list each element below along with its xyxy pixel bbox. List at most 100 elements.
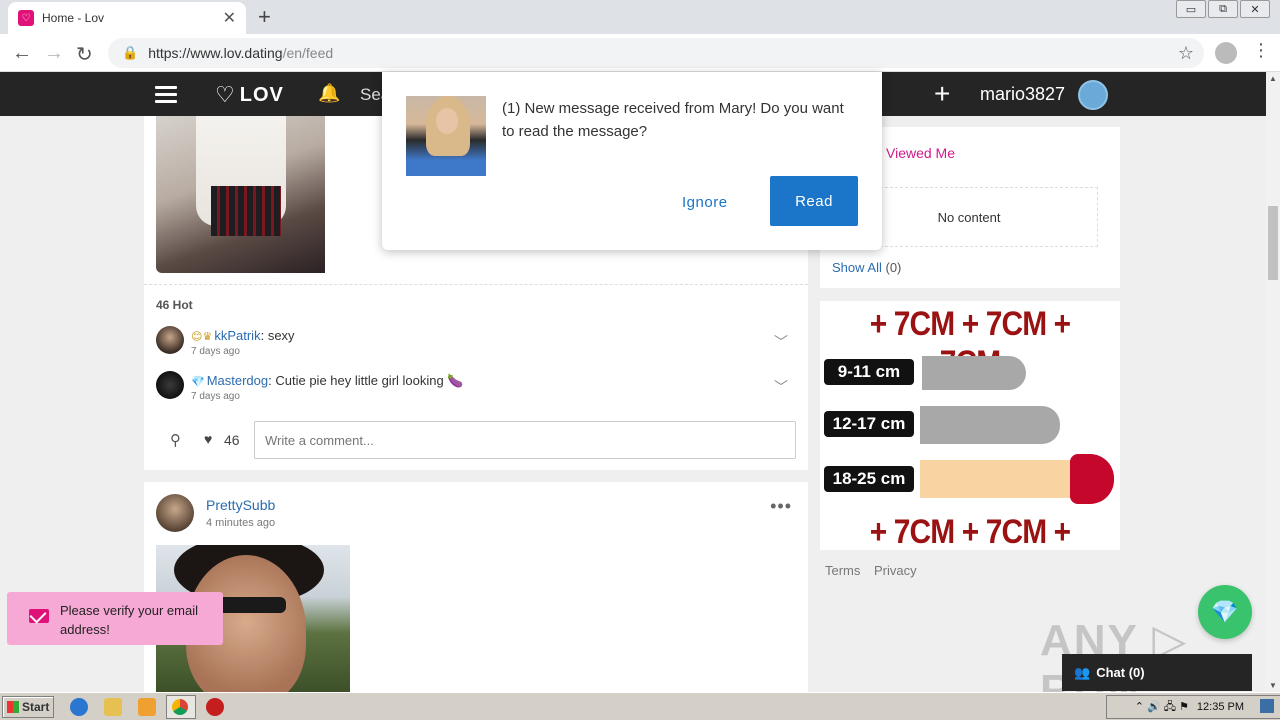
- hot-count: 46 Hot: [156, 298, 193, 312]
- new-tab-button[interactable]: +: [258, 4, 271, 30]
- comment-body: sexy: [267, 328, 295, 343]
- ad-size-label: 12-17 cm: [824, 411, 914, 437]
- profile-avatar-icon[interactable]: [1215, 42, 1237, 64]
- bell-icon[interactable]: 🔔: [318, 83, 340, 104]
- comment-username[interactable]: Masterdog: [207, 373, 268, 388]
- users-icon: 👥: [1074, 664, 1091, 680]
- divider: [144, 284, 808, 285]
- read-button[interactable]: Read: [770, 176, 858, 226]
- folder-icon[interactable]: [104, 698, 122, 716]
- chat-bar[interactable]: 👥 Chat (0): [1062, 654, 1252, 691]
- post-actions: ⚲ ♥ 46: [156, 421, 796, 461]
- hamburger-menu-icon[interactable]: [155, 86, 177, 103]
- photo-detail: [211, 186, 281, 236]
- ad-bar: [922, 356, 1026, 390]
- window-controls: ▭ ⧉ ✕: [1174, 0, 1270, 18]
- chevron-down-icon[interactable]: ﹀: [774, 332, 788, 352]
- more-options-icon[interactable]: •••: [770, 496, 792, 517]
- scrollbar-thumb[interactable]: [1268, 206, 1278, 280]
- site-logo[interactable]: ♡ LOV: [215, 82, 284, 108]
- like-count: 46: [224, 432, 240, 448]
- ad-bar: [920, 460, 1076, 498]
- back-arrow-icon[interactable]: ←: [12, 42, 32, 65]
- user-avatar[interactable]: [1078, 80, 1108, 110]
- diamond-badge-icon: 💎: [191, 376, 205, 388]
- browser-tabbar: ♡ Home - Lov ✕ + ▭ ⧉ ✕: [0, 0, 1280, 34]
- scroll-up-icon[interactable]: ▲: [1269, 74, 1277, 83]
- comment-body: Cutie pie hey little girl looking 🍆: [275, 373, 464, 388]
- gold-badge-icon: 😊♛: [191, 331, 213, 343]
- browser-tab-active[interactable]: ♡ Home - Lov ✕: [8, 2, 246, 34]
- sender-photo: [406, 96, 486, 176]
- comment-username[interactable]: kkPatrik: [214, 328, 260, 343]
- stop-icon[interactable]: [206, 698, 224, 716]
- comment-item: 💎 Masterdog: Cutie pie hey little girl lo…: [156, 371, 796, 405]
- viewed-me-title[interactable]: Viewed Me: [886, 145, 955, 161]
- scroll-down-icon[interactable]: ▼: [1269, 681, 1277, 690]
- ad-size-label: 18-25 cm: [824, 466, 914, 492]
- post-photo[interactable]: [156, 116, 325, 273]
- heart-logo-icon: ♡: [215, 82, 236, 107]
- comment-time: 7 days ago: [191, 391, 240, 402]
- comment-text: 😊♛ kkPatrik: sexy: [191, 328, 295, 343]
- ad-size-label: 9-11 cm: [824, 359, 914, 385]
- commenter-avatar[interactable]: [156, 371, 184, 399]
- chevron-down-icon[interactable]: ﹀: [774, 377, 788, 397]
- terms-link[interactable]: Terms: [825, 563, 860, 578]
- privacy-link[interactable]: Privacy: [874, 563, 917, 578]
- comment-time: 7 days ago: [191, 346, 240, 357]
- bookmark-star-icon[interactable]: ☆: [1178, 43, 1194, 64]
- logo-text: LOV: [239, 83, 284, 106]
- tab-close-icon[interactable]: ✕: [223, 8, 236, 28]
- windows-taskbar: Start ⌃ 🔊 🖧 ⚑ 12:35 PM: [0, 692, 1280, 720]
- chat-label: Chat (0): [1096, 665, 1145, 680]
- address-bar[interactable]: 🔒 https://www.lov.dating/en/feed ☆: [108, 38, 1204, 68]
- reload-icon[interactable]: ↻: [76, 42, 93, 67]
- comment-input[interactable]: [254, 421, 796, 459]
- diamond-icon[interactable]: 💎: [1198, 585, 1252, 639]
- post-time: 4 minutes ago: [206, 517, 276, 529]
- chrome-icon: [172, 699, 188, 715]
- username-label[interactable]: mario3827: [980, 84, 1065, 105]
- start-button[interactable]: Start: [2, 696, 54, 718]
- url-text[interactable]: https://www.lov.dating/en/feed: [148, 45, 1178, 61]
- notification-message: (1) New message received from Mary! Do y…: [502, 100, 844, 140]
- tray-icons[interactable]: ⌃ 🔊 🖧 ⚑: [1135, 698, 1189, 717]
- ad-footer-line: + 7CM + 7CM + 7CM: [869, 513, 1071, 550]
- commenter-avatar[interactable]: [156, 326, 184, 354]
- lock-icon: 🔒: [122, 45, 139, 60]
- start-label: Start: [22, 700, 50, 714]
- comment-item: 😊♛ kkPatrik: sexy 7 days ago ﹀: [156, 326, 796, 360]
- show-desktop-icon[interactable]: [1260, 699, 1274, 713]
- advertisement-banner[interactable]: + 7CM + 7CM + 7CM 9-11 cm 12-17 cm 18-25…: [820, 301, 1120, 550]
- ad-bar-tip: [1070, 454, 1114, 504]
- ie-icon[interactable]: [70, 698, 88, 716]
- post-author[interactable]: PrettySubb: [206, 497, 275, 513]
- media-player-icon[interactable]: [138, 698, 156, 716]
- add-post-button[interactable]: +: [934, 78, 950, 110]
- heart-icon[interactable]: ♥: [204, 431, 212, 447]
- message-notification-dialog: (1) New message received from Mary! Do y…: [382, 72, 882, 250]
- clock: 12:35 PM: [1196, 701, 1244, 713]
- key-icon[interactable]: ⚲: [170, 431, 181, 449]
- show-all-count: (0): [885, 260, 902, 275]
- browser-menu-icon[interactable]: ⋮: [1252, 40, 1270, 61]
- show-all-label[interactable]: Show All: [832, 260, 882, 275]
- envelope-icon: [29, 609, 49, 623]
- verify-email-toast[interactable]: Please verify your email address!: [7, 592, 223, 645]
- show-all-link[interactable]: Show All (0): [832, 260, 901, 275]
- restore-button[interactable]: ⧉: [1208, 0, 1238, 18]
- ad-bar: [920, 406, 1060, 444]
- minimize-button[interactable]: ▭: [1176, 0, 1206, 18]
- author-avatar[interactable]: [156, 494, 194, 532]
- toast-text: Please verify your email address!: [60, 603, 198, 637]
- forward-arrow-icon[interactable]: →: [44, 42, 64, 65]
- lov-favicon-icon: ♡: [18, 10, 34, 26]
- ignore-button[interactable]: Ignore: [682, 194, 728, 211]
- window-close-button[interactable]: ✕: [1240, 0, 1270, 18]
- page-scrollbar[interactable]: ▲ ▼: [1266, 72, 1280, 692]
- windows-flag-icon: [7, 701, 19, 713]
- url-path: /en/feed: [282, 45, 334, 61]
- browser-toolbar: ← → ↻ 🔒 https://www.lov.dating/en/feed ☆…: [0, 34, 1280, 72]
- footer-links: Terms Privacy: [825, 563, 927, 578]
